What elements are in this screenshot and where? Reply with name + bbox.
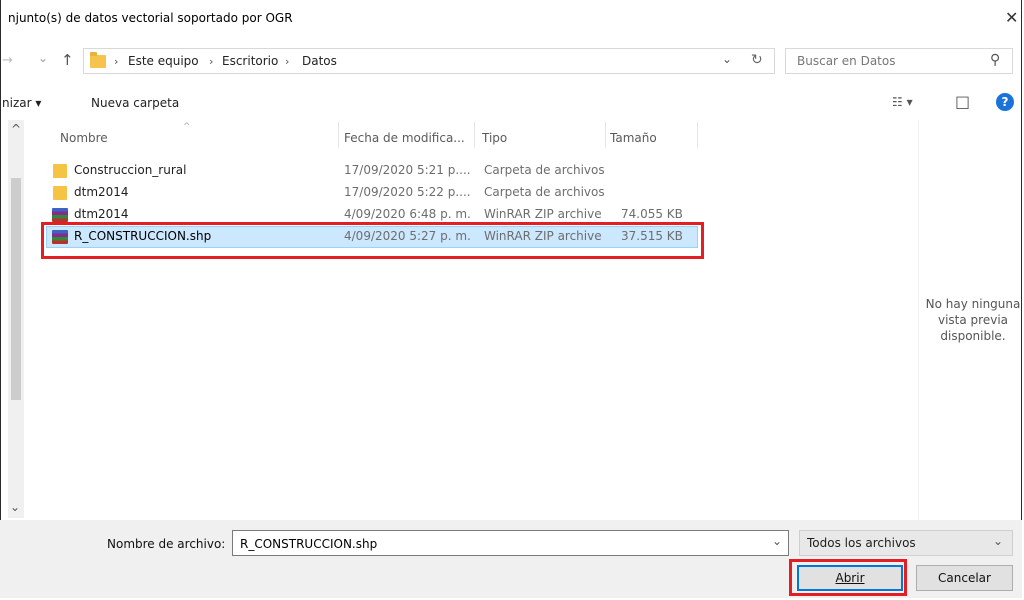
search-icon[interactable]: ⚲ <box>990 52 1000 68</box>
search-placeholder: Buscar en Datos <box>797 54 896 68</box>
help-icon[interactable]: ? <box>996 93 1014 111</box>
breadcrumb-escritorio[interactable]: Escritorio <box>222 54 278 68</box>
column-header-size[interactable]: Tamaño <box>610 131 657 145</box>
window-title: njunto(s) de datos vectorial soportado p… <box>8 11 293 25</box>
new-folder-button[interactable]: Nueva carpeta <box>91 96 179 110</box>
folder-icon <box>90 52 106 68</box>
preview-message: No hay ninguna vista previa disponible. <box>925 297 1021 343</box>
column-divider[interactable] <box>605 122 606 148</box>
breadcrumb-separator: › <box>114 55 119 68</box>
highlight-annotation <box>789 559 907 596</box>
column-header-type[interactable]: Tipo <box>482 131 507 145</box>
file-type: Carpeta de archivos <box>484 163 605 177</box>
breadcrumb-separator: › <box>285 55 290 68</box>
filter-value: Todos los archivos <box>807 536 916 550</box>
refresh-icon[interactable]: ↻ <box>751 52 763 68</box>
cancel-button[interactable]: Cancelar <box>916 565 1013 591</box>
close-icon[interactable]: ✕ <box>1005 8 1018 27</box>
file-type: Carpeta de archivos <box>484 185 605 199</box>
open-file-dialog <box>0 0 1022 598</box>
breadcrumb-este-equipo[interactable]: Este equipo <box>128 54 199 68</box>
back-arrow-icon[interactable]: → <box>2 53 13 68</box>
highlight-annotation <box>41 222 704 259</box>
filename-value: R_CONSTRUCCION.shp <box>240 537 378 551</box>
file-date: 4/09/2020 6:48 p. m. <box>344 207 471 221</box>
filename-label: Nombre de archivo: <box>107 537 226 551</box>
recent-locations-icon[interactable]: ⌄ <box>38 51 48 65</box>
file-date: 17/09/2020 5:22 p.... <box>344 185 471 199</box>
file-name: Construccion_rural <box>74 163 187 177</box>
file-row[interactable]: Construccion_rural 17/09/2020 5:21 p....… <box>50 161 698 181</box>
address-dropdown-icon[interactable]: ⌄ <box>722 52 732 66</box>
breadcrumb-datos[interactable]: Datos <box>302 54 337 68</box>
scroll-up-icon[interactable]: ^ <box>11 122 21 136</box>
column-divider[interactable] <box>697 122 698 148</box>
file-type: WinRAR ZIP archive <box>484 207 602 221</box>
folder-icon <box>53 164 67 178</box>
file-date: 17/09/2020 5:21 p.... <box>344 163 471 177</box>
filename-dropdown-icon[interactable]: ⌄ <box>772 534 782 548</box>
preview-pane-icon[interactable]: □ <box>955 92 970 111</box>
column-divider[interactable] <box>474 122 475 148</box>
scrollbar-thumb[interactable] <box>11 178 21 400</box>
sort-arrow-icon: ^ <box>183 122 191 132</box>
organize-menu[interactable]: nizar ▾ <box>2 96 41 110</box>
column-header-date[interactable]: Fecha de modifica... <box>344 131 465 145</box>
change-view-icon[interactable]: ☷ ▾ <box>892 95 913 109</box>
folder-icon <box>53 186 67 200</box>
up-arrow-icon[interactable]: ↑ <box>61 51 74 69</box>
filter-dropdown-icon[interactable]: ⌄ <box>993 534 1003 548</box>
column-header-name[interactable]: Nombre <box>60 131 108 145</box>
zip-archive-icon <box>52 208 68 222</box>
file-size: 74.055 KB <box>621 207 683 221</box>
breadcrumb-separator: › <box>209 55 214 68</box>
scroll-down-icon[interactable]: ⌄ <box>10 500 20 514</box>
column-divider[interactable] <box>338 122 339 148</box>
file-name: dtm2014 <box>74 185 129 199</box>
file-row[interactable]: dtm2014 17/09/2020 5:22 p.... Carpeta de… <box>50 183 698 203</box>
file-name: dtm2014 <box>74 207 129 221</box>
